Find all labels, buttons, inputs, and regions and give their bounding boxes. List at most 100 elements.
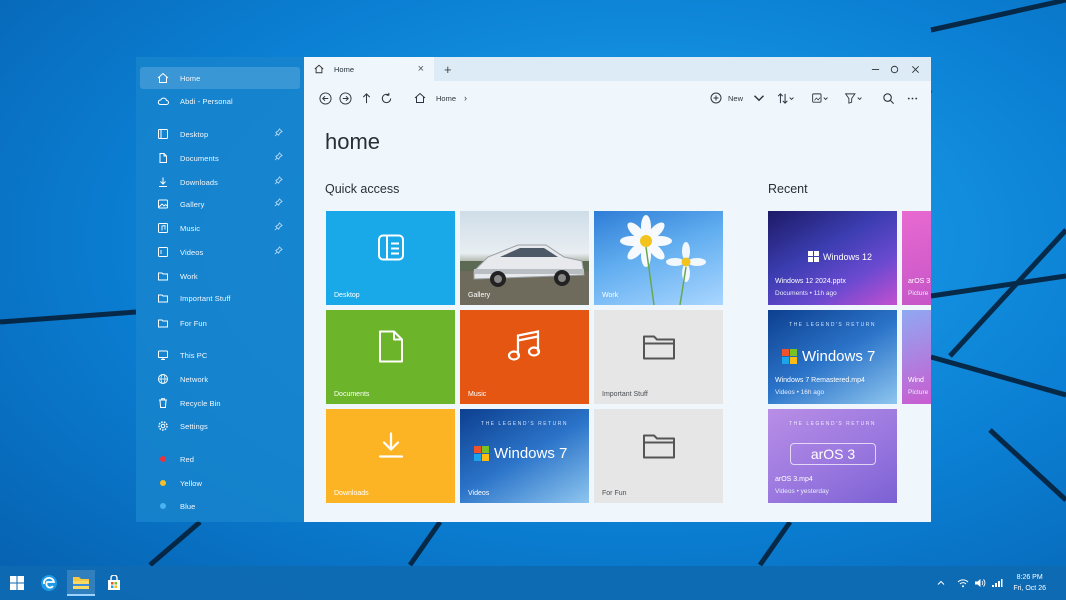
close-tab-button[interactable]: ×: [418, 63, 424, 75]
tile-label: Desktop: [334, 292, 360, 299]
sidebar-item-downloads[interactable]: Downloads: [140, 171, 300, 193]
up-button[interactable]: [358, 90, 374, 106]
recent-heading: Recent: [768, 182, 808, 196]
recent-item-meta: Videos • yesterday: [775, 488, 829, 495]
toolbar: Home › New: [304, 81, 931, 115]
signal-bars-icon: [992, 579, 1003, 587]
document-icon: [156, 151, 170, 165]
pin-icon[interactable]: [274, 246, 286, 258]
filter-icon: [844, 92, 862, 104]
car-photo-thumbnail: [460, 244, 589, 305]
recent-item-name: arOS 3.mp4: [775, 476, 813, 483]
sidebar-item-network[interactable]: Network: [140, 368, 300, 390]
sidebar-item-for-fun[interactable]: For Fun: [140, 312, 300, 334]
sidebar-item-recycle-bin[interactable]: Recycle Bin: [140, 392, 300, 414]
quick-access-tile-desktop[interactable]: Desktop: [326, 211, 455, 305]
breadcrumb[interactable]: Home ›: [414, 90, 467, 106]
recent-item[interactable]: Windows 12 Windows 12 2024.pptx Document…: [768, 211, 897, 305]
sidebar-item-gallery[interactable]: Gallery: [140, 193, 300, 215]
clock[interactable]: 8:26 PM Fri, Oct 26: [1013, 572, 1046, 594]
sort-button[interactable]: [773, 90, 799, 106]
folder-icon: [156, 316, 170, 330]
start-button[interactable]: [3, 570, 31, 596]
pin-icon[interactable]: [274, 222, 286, 234]
sidebar-item-tag-yellow[interactable]: Yellow: [140, 472, 300, 494]
quick-access-tile-work[interactable]: Work: [594, 211, 723, 305]
tile-label: Videos: [468, 490, 490, 497]
sidebar-item-abdi-personal[interactable]: Abdi - Personal: [140, 90, 300, 112]
sidebar-item-home[interactable]: Home: [140, 67, 300, 89]
sidebar-item-label: Home: [180, 73, 201, 83]
close-window-button[interactable]: [905, 60, 925, 78]
sidebar-item-label: Music: [180, 223, 201, 233]
search-button[interactable]: [880, 90, 896, 106]
thumbnail-subtitle: THE LEGEND'S RETURN: [789, 421, 876, 427]
quick-access-tile-documents[interactable]: Documents: [326, 310, 455, 404]
home-icon: [414, 92, 426, 103]
recent-item[interactable]: THE LEGEND'S RETURN Windows 7 Windows 7 …: [768, 310, 897, 404]
recent-item-partial[interactable]: Wind Picture: [902, 310, 931, 404]
recent-item-partial[interactable]: arOS 3 Picture: [902, 211, 931, 305]
sidebar-item-label: Network: [180, 374, 209, 384]
view-button[interactable]: [809, 90, 833, 106]
filter-button[interactable]: [842, 90, 866, 106]
folder-icon: [156, 269, 170, 283]
sidebar-item-label: Settings: [180, 421, 208, 431]
quick-access-tile-gallery[interactable]: Gallery: [460, 211, 589, 305]
sidebar-item-tag-red[interactable]: Red: [140, 448, 300, 470]
recent-item-meta: Videos • 16h ago: [775, 389, 825, 396]
battery-button[interactable]: [990, 576, 1004, 590]
back-button[interactable]: [317, 90, 333, 106]
sidebar-item-this-pc[interactable]: This PC: [140, 344, 300, 366]
sort-icon: [777, 92, 794, 104]
image-icon: [156, 197, 170, 211]
tab-home[interactable]: Home ×: [304, 57, 434, 81]
breadcrumb-item[interactable]: Home: [436, 94, 456, 103]
sidebar-item-settings[interactable]: Settings: [140, 415, 300, 437]
new-button[interactable]: New: [710, 90, 771, 106]
sidebar-item-label: Important Stuff: [180, 293, 231, 303]
forward-button[interactable]: [337, 90, 353, 106]
edge-browser-taskbar-button[interactable]: [35, 570, 63, 596]
sidebar-item-work[interactable]: Work: [140, 265, 300, 287]
title-bar: Home × +: [304, 57, 931, 81]
pin-icon[interactable]: [274, 198, 286, 210]
more-options-button[interactable]: [904, 90, 920, 106]
quick-access-tile-videos[interactable]: THE LEGEND'S RETURN Windows 7 Videos: [460, 409, 589, 503]
sidebar-item-music[interactable]: Music: [140, 217, 300, 239]
recent-item[interactable]: THE LEGEND'S RETURN arOS 3 arOS 3.mp4 Vi…: [768, 409, 897, 503]
file-explorer-taskbar-button[interactable]: [67, 570, 95, 596]
quick-access-tile-music[interactable]: Music: [460, 310, 589, 404]
thumbnail-title: Windows 12: [823, 251, 873, 262]
desktop-icon: [376, 233, 406, 268]
sidebar-item-label: Downloads: [180, 177, 219, 187]
pin-icon[interactable]: [274, 152, 286, 164]
sidebar-item-desktop[interactable]: Desktop: [140, 123, 300, 145]
refresh-button[interactable]: [378, 90, 394, 106]
wifi-button[interactable]: [956, 576, 970, 590]
pin-icon[interactable]: [274, 128, 286, 140]
minimize-button[interactable]: [865, 60, 885, 78]
plus-circle-icon: [710, 92, 722, 104]
sidebar-item-documents[interactable]: Documents: [140, 147, 300, 169]
sidebar-item-tag-blue[interactable]: Blue: [140, 495, 300, 517]
sidebar-item-videos[interactable]: Videos: [140, 241, 300, 263]
new-tab-button[interactable]: +: [444, 62, 452, 77]
sidebar-item-important-stuff[interactable]: Important Stuff: [140, 287, 300, 309]
quick-access-tile-downloads[interactable]: Downloads: [326, 409, 455, 503]
new-button-label: New: [728, 93, 744, 103]
file-explorer-window: Home × + Home › New home Quick access Re…: [304, 57, 931, 522]
pin-icon[interactable]: [274, 176, 286, 188]
show-hidden-icons-button[interactable]: [934, 576, 948, 590]
thumbnail-title: Windows 7: [494, 445, 568, 462]
thumbnail-title: Windows 7: [802, 348, 876, 365]
download-icon: [376, 431, 406, 466]
volume-button[interactable]: [973, 576, 987, 590]
quick-access-tile-important-stuff[interactable]: Important Stuff: [594, 310, 723, 404]
maximize-button[interactable]: [884, 60, 904, 78]
chevron-down-icon: [753, 95, 765, 102]
quick-access-tile-for-fun[interactable]: For Fun: [594, 409, 723, 503]
store-taskbar-button[interactable]: [100, 570, 128, 596]
monitor-icon: [156, 348, 170, 362]
document-icon: [377, 330, 405, 369]
